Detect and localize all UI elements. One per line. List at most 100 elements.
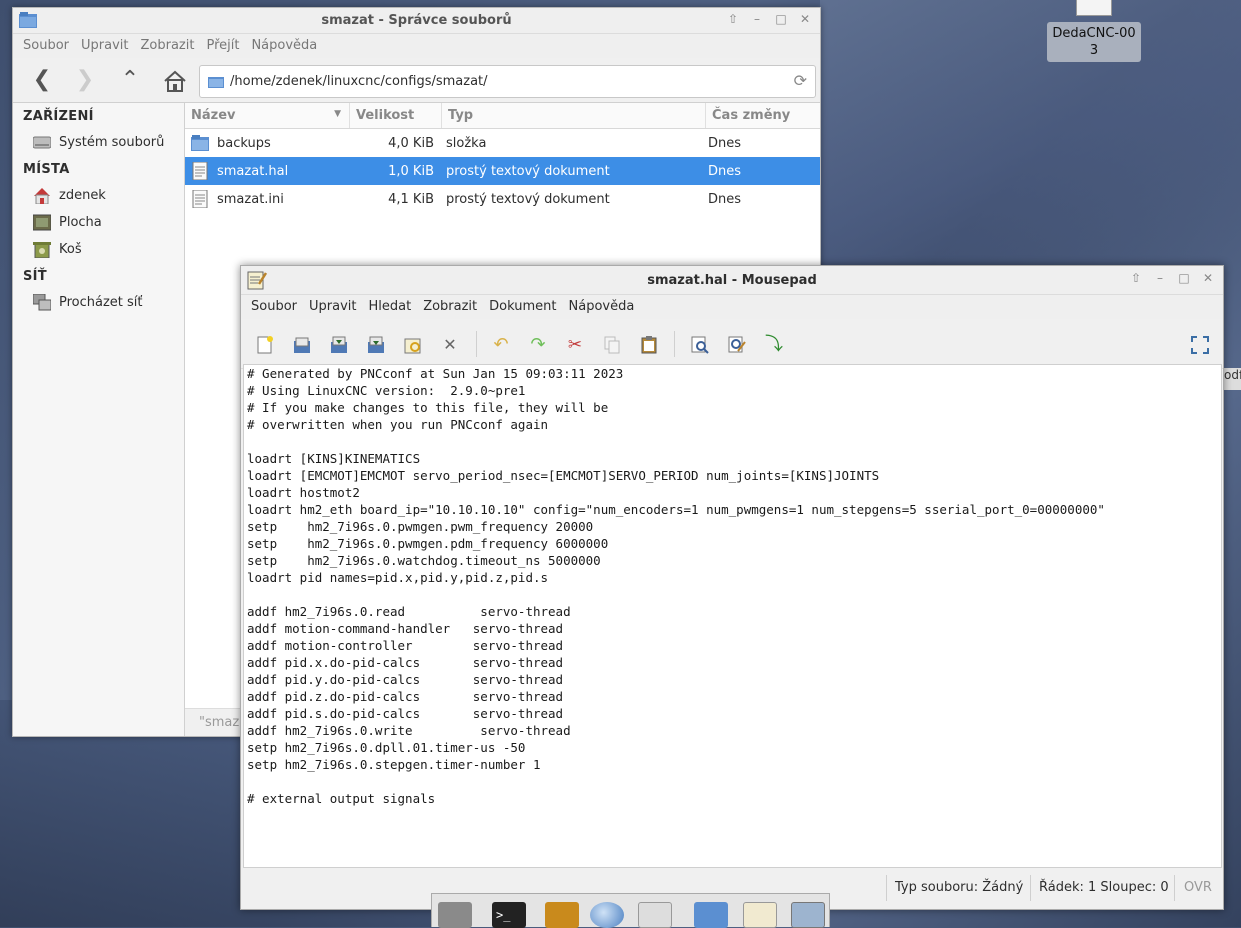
table-row[interactable]: backups 4,0 KiB složka Dnes xyxy=(185,129,820,157)
toolbar-separator xyxy=(476,331,477,357)
maximize-button-icon[interactable]: □ xyxy=(774,12,788,26)
desktop-icon-label: DedaCNC-00 3 xyxy=(1047,22,1141,62)
reload-icon[interactable]: ⟳ xyxy=(794,71,807,90)
home-icon xyxy=(34,188,50,204)
maximize-button-icon[interactable]: □ xyxy=(1177,271,1191,285)
screenshot-app-icon[interactable] xyxy=(791,902,825,928)
column-header-modified[interactable]: Čas změny xyxy=(706,103,820,128)
file-type: prostý textový dokument xyxy=(446,163,610,179)
sidebar-item-trash[interactable]: Koš xyxy=(13,236,184,263)
drive-icon xyxy=(33,136,51,149)
sort-down-icon: ▼ xyxy=(334,109,341,119)
mousepad-window: smazat.hal - Mousepad ⇧ – □ ✕ Soubor Upr… xyxy=(240,265,1224,910)
go-to-line-icon[interactable]: ⤵ xyxy=(765,336,783,354)
desktop-file-icon[interactable]: DedaCNC-00 3 xyxy=(1047,0,1141,62)
toolbar-separator xyxy=(674,331,675,357)
text-editor-launcher-icon[interactable] xyxy=(743,902,777,928)
file-size: 4,0 KiB xyxy=(388,135,434,151)
menu-dokument[interactable]: Dokument xyxy=(483,295,562,319)
desktop-icon xyxy=(33,214,51,231)
file-manager-toolbar: ❮ ❯ ⌃ /home/zdenek/linuxcnc/configs/smaz… xyxy=(13,58,820,104)
cut-icon[interactable]: ✂ xyxy=(566,336,584,354)
sidebar-header-places: MÍSTA xyxy=(23,162,70,177)
sidebar-item-desktop[interactable]: Plocha xyxy=(13,209,184,236)
menu-upravit[interactable]: Upravit xyxy=(75,34,134,58)
save-icon[interactable] xyxy=(330,336,348,354)
forward-arrow-icon[interactable]: ❯ xyxy=(72,68,98,94)
new-document-icon[interactable] xyxy=(256,336,274,354)
reload-document-icon[interactable] xyxy=(404,336,422,354)
document-icon xyxy=(1076,0,1112,16)
parent-folder-icon[interactable]: ⌃ xyxy=(117,68,143,94)
close-document-icon[interactable]: ✕ xyxy=(441,336,459,354)
sidebar-item-label: zdenek xyxy=(59,188,106,203)
undo-icon[interactable]: ↶ xyxy=(492,336,510,354)
menu-upravit[interactable]: Upravit xyxy=(303,295,362,319)
terminal-icon[interactable]: >_ xyxy=(492,902,526,928)
save-as-icon[interactable] xyxy=(367,336,385,354)
partial-window-tab[interactable]: odf xyxy=(1224,368,1241,390)
path-bar[interactable]: /home/zdenek/linuxcnc/configs/smazat/ ⟳ xyxy=(199,65,816,98)
folder-launcher-icon[interactable] xyxy=(694,902,728,928)
menu-napoveda[interactable]: Nápověda xyxy=(245,34,323,58)
file-size: 1,0 KiB xyxy=(388,163,434,179)
close-button-icon[interactable]: ✕ xyxy=(1201,271,1215,285)
sidebar-item-filesystem[interactable]: Systém souborů xyxy=(13,129,184,156)
editor-content: # Generated by PNCconf at Sun Jan 15 09:… xyxy=(247,366,1105,806)
mousepad-titlebar[interactable]: smazat.hal - Mousepad ⇧ – □ ✕ xyxy=(241,266,1223,295)
column-header-size[interactable]: Velikost xyxy=(350,103,442,128)
menu-napoveda[interactable]: Nápověda xyxy=(563,295,641,319)
menu-prejit[interactable]: Přejít xyxy=(200,34,245,58)
text-editor[interactable]: # Generated by PNCconf at Sun Jan 15 09:… xyxy=(243,364,1222,868)
column-header-type[interactable]: Typ xyxy=(442,103,706,128)
menu-soubor[interactable]: Soubor xyxy=(245,295,303,319)
file-type: složka xyxy=(446,135,487,151)
web-browser-icon[interactable] xyxy=(590,902,624,928)
sidebar-header-network: SÍŤ xyxy=(23,269,47,284)
shade-button-icon[interactable]: ⇧ xyxy=(726,12,740,26)
text-file-icon xyxy=(192,189,208,208)
file-modified: Dnes xyxy=(708,191,742,207)
file-manager-titlebar[interactable]: smazat - Správce souborů ⇧ – □ ✕ xyxy=(13,8,820,34)
shade-button-icon[interactable]: ⇧ xyxy=(1129,271,1143,285)
trash-icon xyxy=(33,242,51,258)
minimize-button-icon[interactable]: – xyxy=(1153,271,1167,285)
file-name: backups xyxy=(217,135,271,151)
folder-icon xyxy=(191,134,209,151)
search-app-icon[interactable] xyxy=(638,902,672,928)
column-header-name[interactable]: Název ▼ xyxy=(185,103,350,128)
table-row[interactable]: smazat.ini 4,1 KiB prostý textový dokume… xyxy=(185,185,820,213)
redo-icon[interactable]: ↷ xyxy=(529,336,547,354)
copy-icon[interactable] xyxy=(603,336,621,354)
menu-hledat[interactable]: Hledat xyxy=(362,295,417,319)
hide-windows-icon[interactable] xyxy=(438,902,472,928)
file-modified: Dnes xyxy=(708,135,742,151)
fullscreen-icon[interactable] xyxy=(1191,336,1209,354)
menu-zobrazit[interactable]: Zobrazit xyxy=(134,34,200,58)
dock: >_ xyxy=(431,893,830,928)
home-icon[interactable] xyxy=(163,70,187,92)
table-row[interactable]: smazat.hal 1,0 KiB prostý textový dokume… xyxy=(185,157,820,185)
sidebar-item-label: Koš xyxy=(59,242,82,257)
sidebar-header-devices: ZAŘÍZENÍ xyxy=(23,109,94,124)
find-replace-icon[interactable] xyxy=(728,336,746,354)
file-size: 4,1 KiB xyxy=(388,191,434,207)
status-filetype[interactable]: Typ souboru: Žádný xyxy=(895,880,1023,895)
sidebar-item-label: Systém souborů xyxy=(59,135,165,150)
sidebar-item-home[interactable]: zdenek xyxy=(13,182,184,209)
open-file-icon[interactable] xyxy=(293,336,311,354)
sidebar-item-network[interactable]: Procházet síť xyxy=(13,289,184,316)
window-title: smazat.hal - Mousepad xyxy=(647,273,817,288)
status-overwrite-mode[interactable]: OVR xyxy=(1184,880,1212,895)
file-manager-launcher-icon[interactable] xyxy=(545,902,579,928)
close-button-icon[interactable]: ✕ xyxy=(798,12,812,26)
status-position: Řádek: 1 Sloupec: 0 xyxy=(1039,880,1169,895)
window-title: smazat - Správce souborů xyxy=(321,13,512,28)
minimize-button-icon[interactable]: – xyxy=(750,12,764,26)
menu-zobrazit[interactable]: Zobrazit xyxy=(417,295,483,319)
menu-soubor[interactable]: Soubor xyxy=(17,34,75,58)
back-arrow-icon[interactable]: ❮ xyxy=(29,68,55,94)
folder-icon xyxy=(208,77,224,88)
paste-icon[interactable] xyxy=(640,336,658,354)
find-icon[interactable] xyxy=(691,336,709,354)
